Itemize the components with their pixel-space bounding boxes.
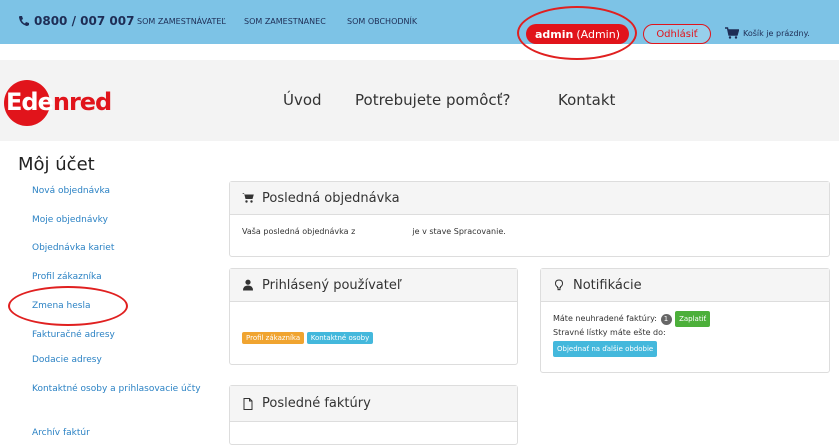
sidebar-item-new-order[interactable]: Nová objednávka <box>32 186 110 197</box>
panel-notifications-header: Notifikácie <box>541 269 829 302</box>
sidebar-item-customer-profile[interactable]: Profil zákazníka <box>32 272 102 283</box>
nav-contact[interactable]: Kontakt <box>558 91 615 109</box>
phone-icon <box>19 16 29 26</box>
link-employer[interactable]: SOM ZAMESTNÁVATEĽ <box>137 17 226 26</box>
sidebar-item-billing-addresses[interactable]: Fakturačné adresy <box>32 330 115 341</box>
lightbulb-icon <box>554 279 564 291</box>
highlight-circle-admin <box>517 6 637 60</box>
profile-button[interactable]: Profil zákazníka <box>242 332 305 344</box>
panel-last-order: Posledná objednávka Vaša posledná objedn… <box>229 181 830 257</box>
order-next-period-button[interactable]: Objednať na ďalšie obdobie <box>553 341 658 357</box>
contacts-button[interactable]: Kontaktné osoby <box>306 332 374 344</box>
panel-last-order-title: Posledná objednávka <box>262 190 400 206</box>
sidebar-item-invoice-archive[interactable]: Archív faktúr <box>32 428 90 439</box>
cart-label: Košík je prázdny. <box>743 28 810 38</box>
last-order-text-suffix: je v stave Spracovanie. <box>412 227 506 236</box>
cart-icon <box>242 193 254 203</box>
panel-logged-user-title: Prihlásený používateľ <box>262 277 402 293</box>
nav-help[interactable]: Potrebujete pomôcť? <box>355 91 511 109</box>
last-order-text-prefix: Vaša posledná objednávka z <box>242 227 356 236</box>
panel-notifications: Notifikácie Máte neuhradené faktúry: 1 Z… <box>540 268 830 373</box>
pay-button[interactable]: Zaplatiť <box>675 311 711 327</box>
user-icon <box>243 279 253 291</box>
panel-logged-user: Prihlásený používateľ Profil zákazníka K… <box>229 268 518 365</box>
panel-notifications-title: Notifikácie <box>573 277 642 293</box>
sidebar-title: Môj účet <box>18 154 95 175</box>
sidebar-item-my-orders[interactable]: Moje objednávky <box>32 215 108 226</box>
sidebar-item-delivery-addresses[interactable]: Dodacie adresy <box>32 355 102 366</box>
phone-label: 0800 / 007 007 <box>34 14 135 28</box>
sidebar-item-contacts-accounts[interactable]: Kontaktné osoby a prihlasovacie účty <box>32 384 202 395</box>
meal-vouchers-text: Stravné lístky máte ešte do: <box>553 328 666 337</box>
logout-button[interactable]: Odhlásiť <box>643 24 711 44</box>
panel-last-invoices-header: Posledné faktúry <box>230 386 517 422</box>
nav-home[interactable]: Úvod <box>283 91 322 109</box>
panel-last-order-header: Posledná objednávka <box>230 182 829 215</box>
unpaid-count-badge: 1 <box>660 314 672 325</box>
document-icon <box>243 397 253 410</box>
panel-last-invoices-title: Posledné faktúry <box>262 396 371 411</box>
panel-last-invoices: Posledné faktúry <box>229 385 518 445</box>
edenred-logo[interactable]: Edenred <box>0 80 112 128</box>
cart-icon <box>725 27 739 39</box>
link-merchant[interactable]: SOM OBCHODNÍK <box>347 17 417 26</box>
unpaid-invoices-text: Máte neuhradené faktúry: <box>553 314 657 323</box>
highlight-circle-password <box>8 286 128 326</box>
link-employee[interactable]: SOM ZAMESTNANEC <box>244 17 326 26</box>
phone-number[interactable]: 0800 / 007 007 <box>18 14 134 28</box>
panel-logged-user-header: Prihlásený používateľ <box>230 269 517 302</box>
logo-text: Edenred <box>6 88 112 116</box>
cart-link[interactable]: Košík je prázdny. <box>725 27 810 39</box>
sidebar-item-card-order[interactable]: Objednávka kariet <box>32 243 114 254</box>
